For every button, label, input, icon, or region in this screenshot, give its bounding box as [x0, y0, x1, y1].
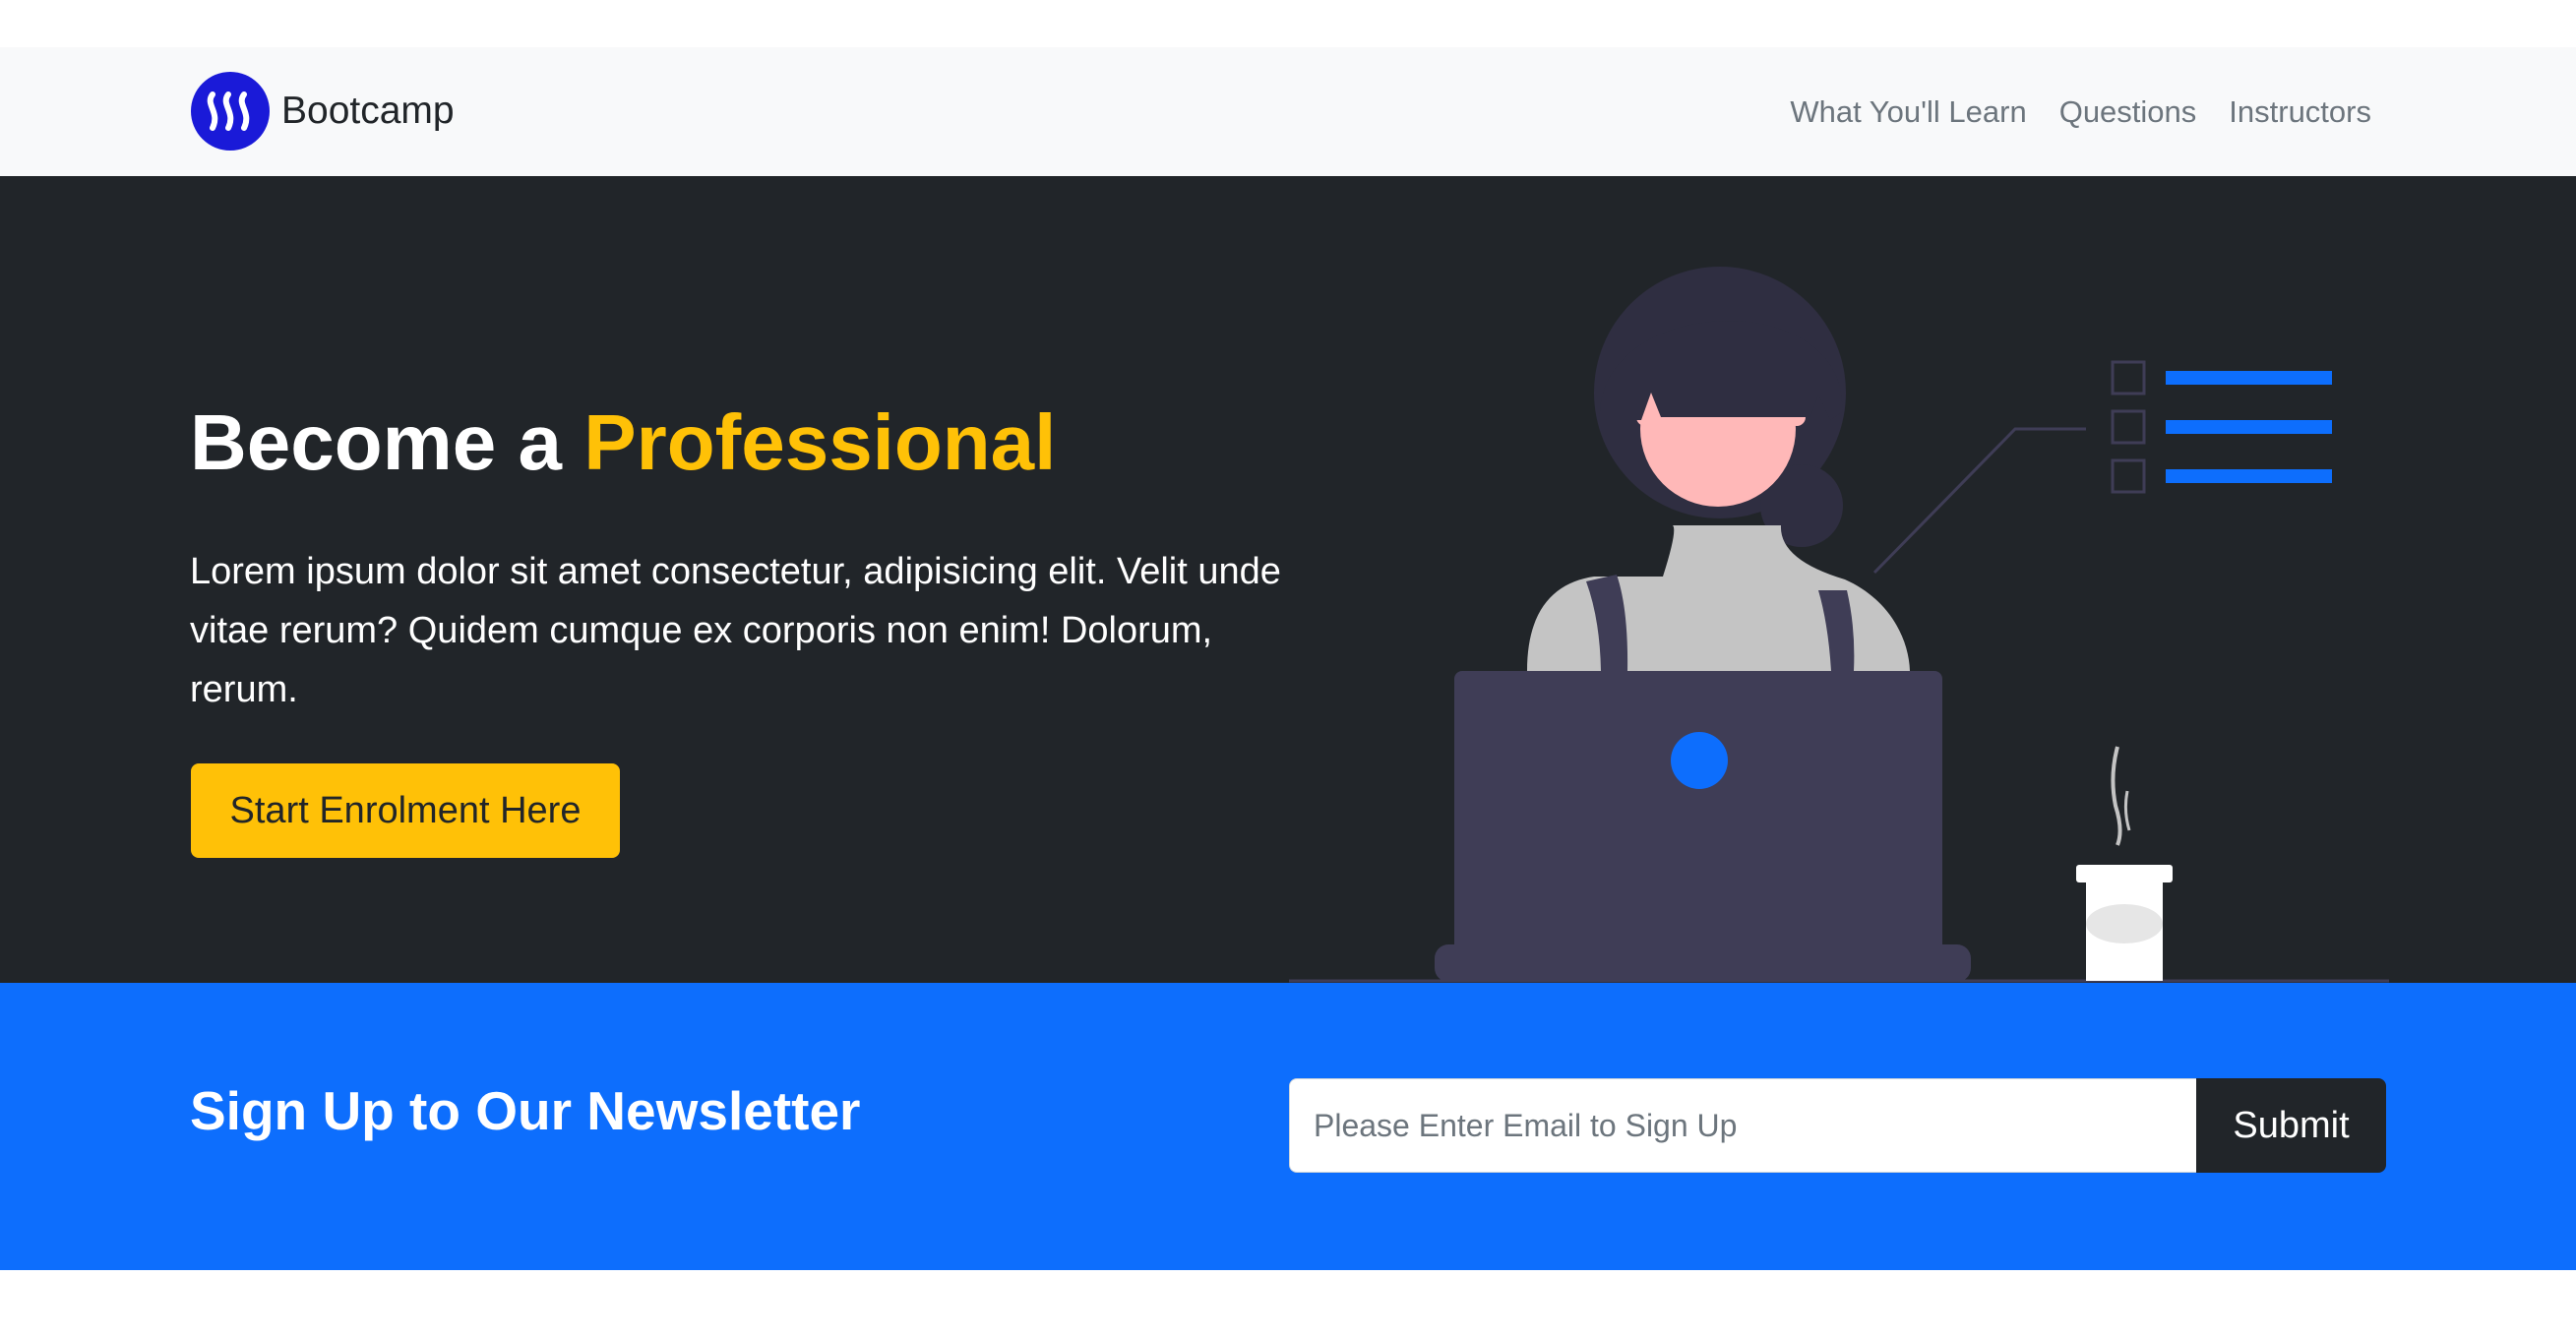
brand-link[interactable]: Bootcamp — [191, 72, 455, 151]
steem-logo-icon — [191, 72, 270, 151]
navbar: Bootcamp What You'll Learn Questions Ins… — [0, 47, 2576, 176]
hero-description: Lorem ipsum dolor sit amet consectetur, … — [190, 551, 1281, 710]
hero-title-accent: Professional — [583, 398, 1057, 486]
newsletter-form: Submit — [1289, 1078, 2386, 1173]
email-input[interactable] — [1289, 1078, 2196, 1173]
nav-links: What You'll Learn Questions Instructors — [1757, 47, 2371, 176]
newsletter-title: Sign Up to Our Newsletter — [190, 1080, 861, 1141]
brand-name: Bootcamp — [281, 90, 455, 132]
woman-at-laptop-illustration — [1289, 267, 2389, 983]
hero-title-prefix: Become a — [190, 398, 584, 486]
hero-section: Become a Professional Lorem ipsum dolor … — [0, 176, 2576, 983]
hero-title: Become a Professional — [190, 397, 1056, 488]
newsletter-section: Sign Up to Our Newsletter Submit — [0, 983, 2576, 1270]
nav-link-what-youll-learn[interactable]: What You'll Learn — [1790, 94, 2026, 130]
start-enrolment-button[interactable]: Start Enrolment Here — [191, 763, 620, 858]
submit-button[interactable]: Submit — [2196, 1078, 2386, 1173]
nav-link-instructors[interactable]: Instructors — [2229, 94, 2371, 130]
nav-link-questions[interactable]: Questions — [2059, 94, 2197, 130]
